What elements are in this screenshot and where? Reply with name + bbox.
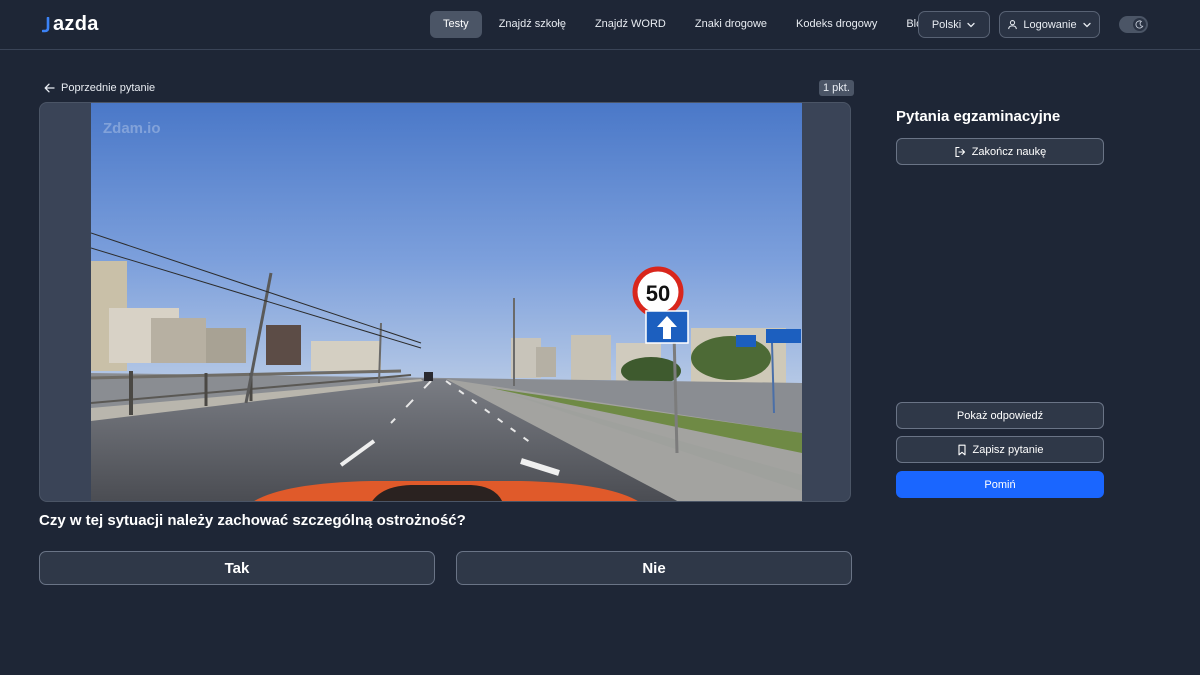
answer-no-button[interactable]: Nie [456,551,852,585]
language-select[interactable]: Polski [918,11,990,38]
theme-toggle[interactable] [1119,16,1148,33]
login-button[interactable]: Logowanie [999,11,1100,38]
previous-question-link[interactable]: Poprzednie pytanie [44,81,155,95]
moon-icon [1133,18,1146,31]
skip-label: Pomiń [984,478,1016,491]
nav-item-road-code[interactable]: Kodeks drogowy [783,11,890,38]
save-question-label: Zapisz pytanie [972,443,1044,456]
save-question-button[interactable]: Zapisz pytanie [896,436,1104,463]
show-answer-label: Pokaż odpowiedź [956,409,1044,422]
main-nav: Testy Znajdź szkołę Znajdź WORD Znaki dr… [430,11,941,38]
question-text: Czy w tej sytuacji należy zachować szcze… [39,512,466,529]
watermark-text: Zdam.io [103,120,161,137]
chevron-down-icon [967,22,975,27]
nav-item-find-word[interactable]: Znajdź WORD [582,11,679,38]
logo[interactable]: azda [42,12,99,36]
skip-button[interactable]: Pomiń [896,471,1104,498]
bookmark-icon [957,444,966,455]
chevron-down-icon [1082,22,1091,27]
end-learning-button[interactable]: Zakończ naukę [896,138,1104,165]
speed-limit-text: 50 [646,281,670,306]
end-learning-label: Zakończ naukę [971,145,1047,158]
nav-item-testy[interactable]: Testy [430,11,482,38]
nav-item-road-signs[interactable]: Znaki drogowe [682,11,780,38]
login-label: Logowanie [1023,18,1077,31]
answer-yes-button[interactable]: Tak [39,551,435,585]
language-label: Polski [931,18,962,31]
sidebar-title: Pytania egzaminacyjne [896,108,1061,125]
points-badge: 1 pkt. [819,80,854,96]
previous-question-label: Poprzednie pytanie [61,82,156,94]
arrow-left-icon [44,83,55,93]
user-icon [1008,20,1018,30]
logout-icon [955,146,965,157]
road-scene-image: 50 Zdam.io [91,103,802,501]
top-navbar: azda Testy Znajdź szkołę Znajdź WORD Zna… [0,0,1200,50]
nav-item-find-school[interactable]: Znajdź szkołę [486,11,579,38]
question-media: 50 Zdam.io [39,102,851,502]
logo-text: azda [53,12,99,35]
show-answer-button[interactable]: Pokaż odpowiedź [896,402,1104,429]
logo-mark-icon [42,17,50,33]
